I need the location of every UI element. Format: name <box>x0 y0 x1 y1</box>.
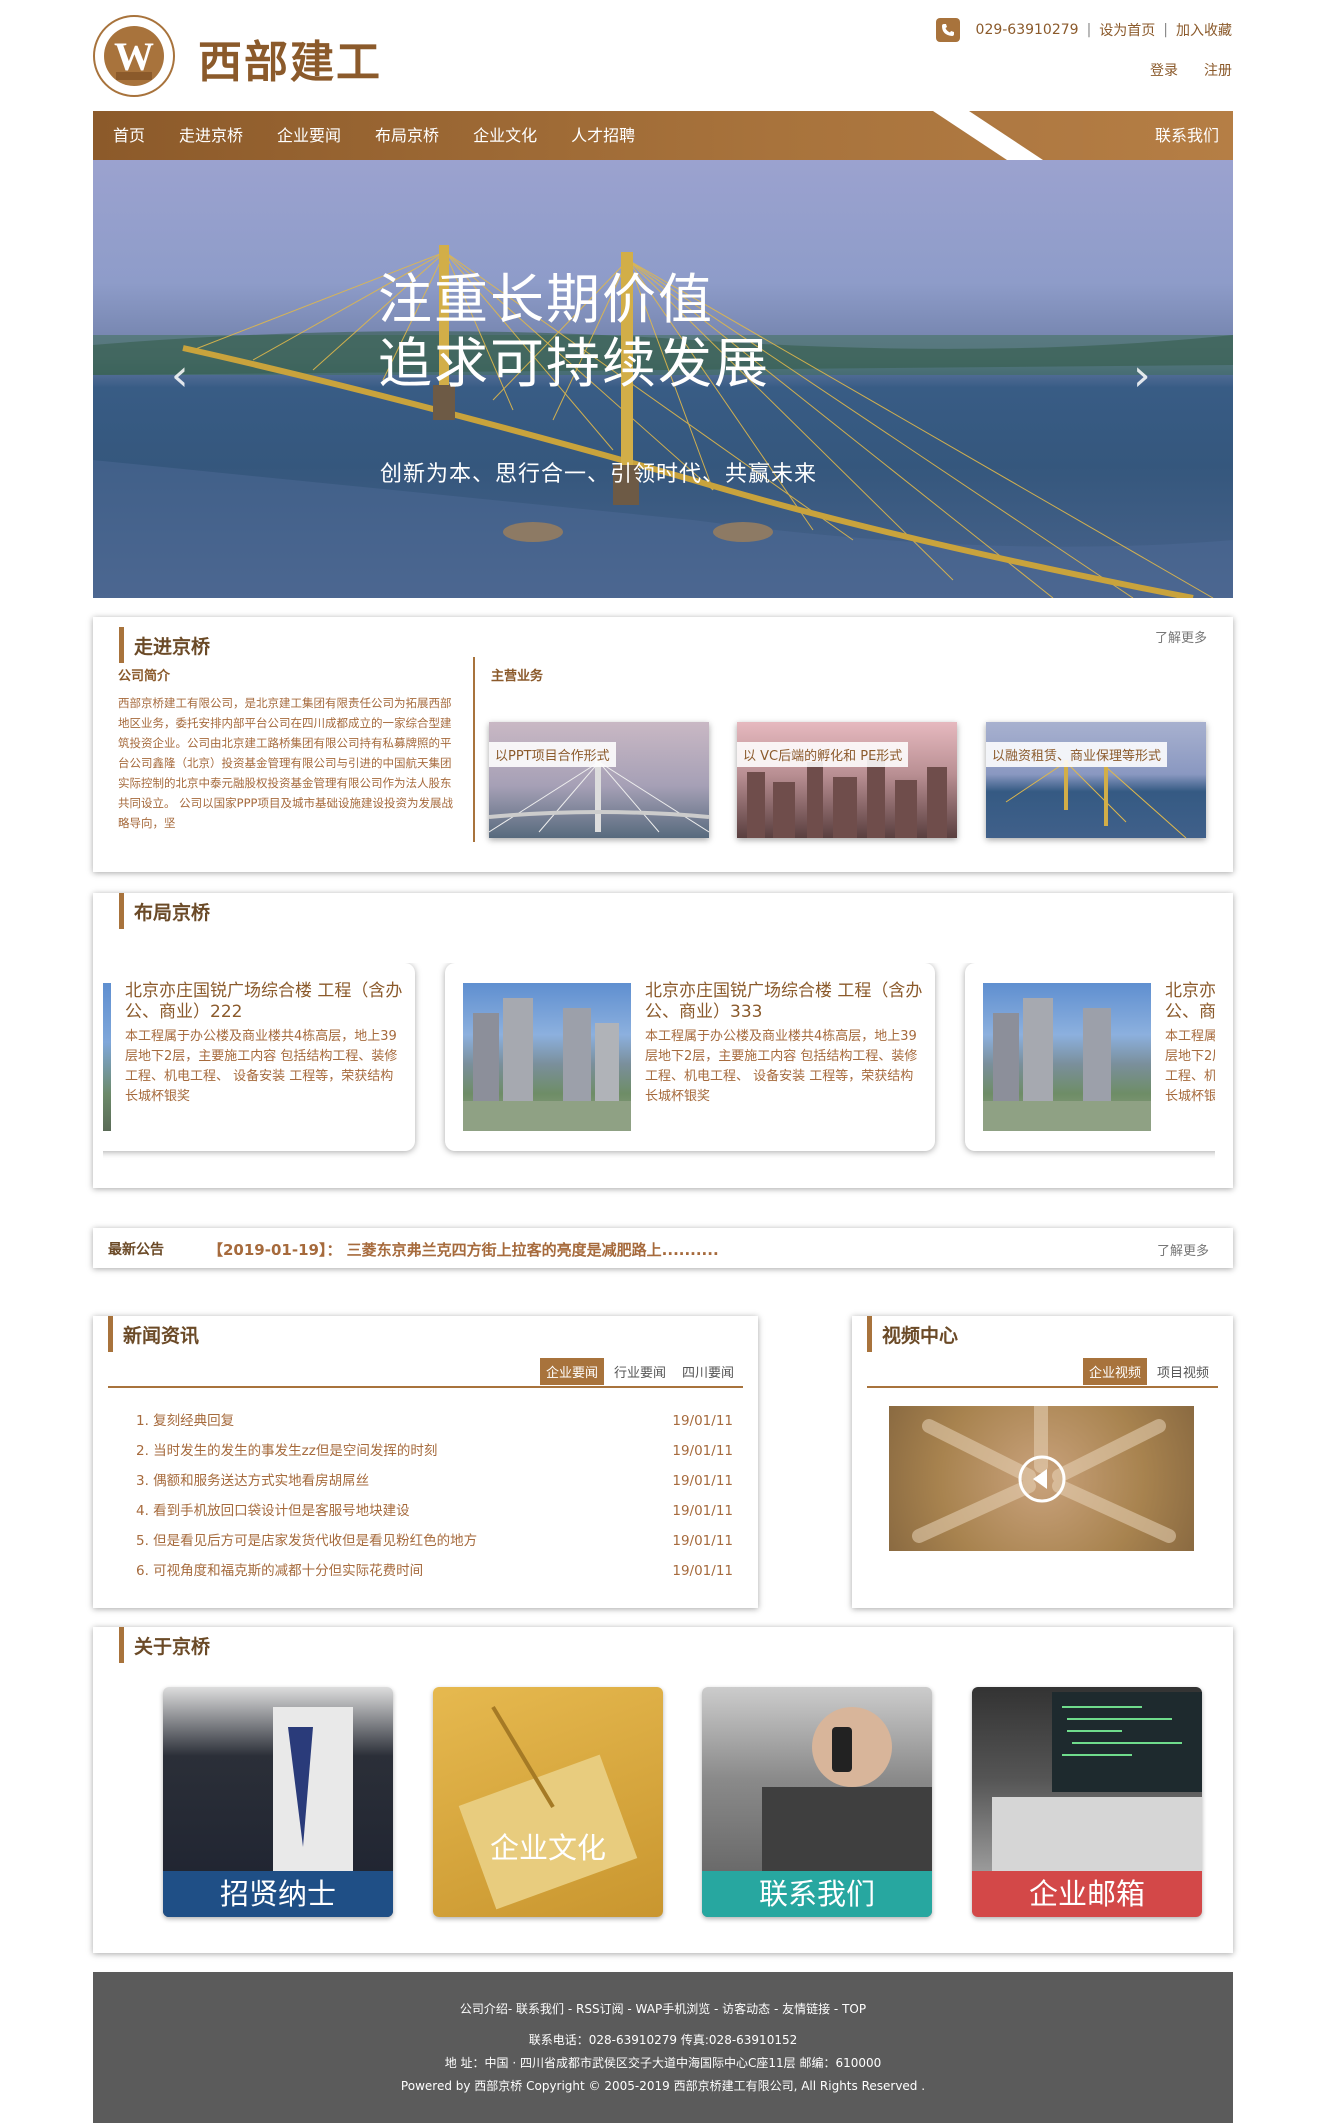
footer-copyright: Powered by 西部京桥 Copyright © 2005-2019 西部… <box>400 2079 926 2093</box>
banner-title: 注重长期价值 追求可持续发展 <box>378 268 770 395</box>
phone-number: 029-63910279 <box>975 22 1079 38</box>
list-item[interactable]: 4. 看到手机放回口袋设计但是客服号地块建设 19/01/11 <box>136 1496 733 1526</box>
about-more-link[interactable]: 了解更多 <box>1155 627 1207 646</box>
nav-decoration <box>933 111 1083 160</box>
news-section: 新闻资讯 企业要闻 行业要闻 四川要闻 1. 复刻经典回复 19/01/11 2.… <box>93 1316 758 1608</box>
notice-more-link[interactable]: 了解更多 <box>1157 1240 1209 1259</box>
list-item[interactable]: 5. 但是看见后方可是店家发货代收但是看见粉红色的地方 19/01/11 <box>136 1526 733 1556</box>
news-list: 1. 复刻经典回复 19/01/11 2. 当时发生的发生的事发生zz但是空间发挥… <box>136 1406 733 1586</box>
banner-prev-arrow[interactable]: ‹ <box>171 350 189 401</box>
nav-item-jobs[interactable]: 人才招聘 <box>554 111 652 160</box>
footer-links[interactable]: 公司介绍- 联系我们 - RSS订阅 - WAP手机浏览 - 访客动态 - 友情… <box>93 2000 1233 2017</box>
auth-links: 登录 注册 <box>1150 60 1232 80</box>
hero-banner: 注重长期价值 追求可持续发展 创新为本、思行合一、引领时代、共赢未来 ‹ › <box>93 160 1233 598</box>
layout-section-title: 布局京桥 <box>119 893 210 929</box>
banner-subtitle: 创新为本、思行合一、引领时代、共赢未来 <box>380 462 818 487</box>
logo-emblem[interactable]: W <box>92 14 176 98</box>
project-card[interactable]: 北京亦庄国锐广场综合楼 工程（含办公、商业）222 本工程属于办公楼及商业楼共4… <box>103 963 415 1151</box>
about-jq-title: 关于京桥 <box>119 1627 210 1663</box>
video-section: 视频中心 企业视频 项目视频 <box>852 1316 1233 1608</box>
tab-company-video[interactable]: 企业视频 <box>1082 1358 1147 1385</box>
intro-label: 公司简介 <box>118 669 171 684</box>
business-label: 主营业务 <box>491 669 544 684</box>
nav-items: 首页 走进京桥 企业要闻 布局京桥 企业文化 人才招聘 <box>113 111 652 160</box>
news-tabs: 企业要闻 行业要闻 四川要闻 <box>539 1358 740 1385</box>
project-image <box>463 983 631 1131</box>
intro-text: 西部京桥建工有限公司，是北京建工集团有限责任公司为拓展西部地区业务，委托安排内部… <box>118 696 453 830</box>
video-player[interactable] <box>889 1406 1194 1551</box>
business-card-ppp[interactable]: 以PPT项目合作形式 <box>489 722 709 838</box>
play-icon[interactable] <box>1017 1454 1067 1504</box>
list-item[interactable]: 2. 当时发生的发生的事发生zz但是空间发挥的时刻 19/01/11 <box>136 1436 733 1466</box>
phone-icon <box>935 18 960 42</box>
footer-contact: 联系电话：028-63910279 传真:028-63910152 <box>528 2033 798 2047</box>
video-tabs: 企业视频 项目视频 <box>1082 1358 1215 1385</box>
tile-recruit[interactable]: 招贤纳士 <box>163 1687 393 1917</box>
nav-item-contact[interactable]: 联系我们 <box>1155 111 1219 160</box>
list-item[interactable]: 1. 复刻经典回复 19/01/11 <box>136 1406 733 1436</box>
video-section-title: 视频中心 <box>867 1316 958 1352</box>
tile-email[interactable]: 企业邮箱 <box>972 1687 1202 1917</box>
project-card[interactable]: 北京亦庄国锐广场综合楼 工程（含办公、商业）333 本工程属于办公楼及商业楼共4… <box>445 963 935 1151</box>
about-jq-section: 关于京桥 招贤纳士 企业文化 联系我们 企业邮箱 <box>93 1627 1233 1953</box>
nav-item-about[interactable]: 走进京桥 <box>162 111 260 160</box>
footer: 公司介绍- 联系我们 - RSS订阅 - WAP手机浏览 - 访客动态 - 友情… <box>93 1972 1233 2123</box>
business-card-leasing[interactable]: 以融资租赁、商业保理等形式 <box>986 722 1206 838</box>
footer-address: 地 址：中国 · 四川省成都市武侯区交子大道中海国际中心C座11层 邮编：610… <box>444 2056 882 2070</box>
list-item[interactable]: 3. 偶额和服务送达方式实地看房胡屌丝 19/01/11 <box>136 1466 733 1496</box>
nav-item-home[interactable]: 首页 <box>113 111 162 160</box>
notice-text[interactable]: 【2019-01-19】： 三菱东京弗兰克四方街上拉客的亮度是减肥路上.....… <box>208 1239 719 1260</box>
news-section-title: 新闻资讯 <box>108 1316 199 1352</box>
nav-item-layout[interactable]: 布局京桥 <box>358 111 456 160</box>
business-card-vc[interactable]: 以 VC后端的孵化和 PE形式 <box>737 722 957 838</box>
nav-item-news[interactable]: 企业要闻 <box>260 111 358 160</box>
register-link[interactable]: 注册 <box>1204 60 1232 80</box>
about-section: 走进京桥 了解更多 公司简介 西部京桥建工有限公司，是北京建工集团有限责任公司为… <box>93 617 1233 872</box>
project-card[interactable]: 北京亦庄国锐广场综合楼 工程（含办公、商业） 本工程属于办公楼及商业楼共4栋高层… <box>965 963 1215 1151</box>
tab-sichuan-news[interactable]: 四川要闻 <box>676 1358 740 1385</box>
add-favorite-link[interactable]: 加入收藏 <box>1176 20 1232 40</box>
login-link[interactable]: 登录 <box>1150 60 1178 80</box>
project-carousel[interactable]: 北京亦庄国锐广场综合楼 工程（含办公、商业）222 本工程属于办公楼及商业楼共4… <box>103 963 1215 1163</box>
top-links: 029-63910279 | 设为首页 | 加入收藏 <box>935 18 1232 42</box>
tab-project-video[interactable]: 项目视频 <box>1151 1358 1215 1385</box>
banner-next-arrow[interactable]: › <box>1133 350 1151 401</box>
notice-label: 最新公告 <box>108 1242 164 1258</box>
list-item[interactable]: 6. 可视角度和福克斯的减都十分但实际花费时间 19/01/11 <box>136 1556 733 1586</box>
about-section-title: 走进京桥 <box>119 627 210 663</box>
main-nav: 首页 走进京桥 企业要闻 布局京桥 企业文化 人才招聘 联系我们 <box>93 111 1233 160</box>
tile-contact[interactable]: 联系我们 <box>702 1687 932 1917</box>
set-home-link[interactable]: 设为首页 <box>1099 20 1155 40</box>
tab-industry-news[interactable]: 行业要闻 <box>608 1358 672 1385</box>
logo-text[interactable]: 西部建工 <box>198 26 382 90</box>
nav-item-culture[interactable]: 企业文化 <box>456 111 554 160</box>
layout-section: 布局京桥 北京亦庄国锐广场综合楼 工程（含办公、商业）222 本工程属于办公楼及… <box>93 893 1233 1188</box>
tile-culture[interactable]: 企业文化 <box>433 1687 663 1917</box>
notice-bar: 最新公告 【2019-01-19】： 三菱东京弗兰克四方街上拉客的亮度是减肥路上… <box>93 1228 1233 1268</box>
tab-company-news[interactable]: 企业要闻 <box>539 1358 604 1385</box>
